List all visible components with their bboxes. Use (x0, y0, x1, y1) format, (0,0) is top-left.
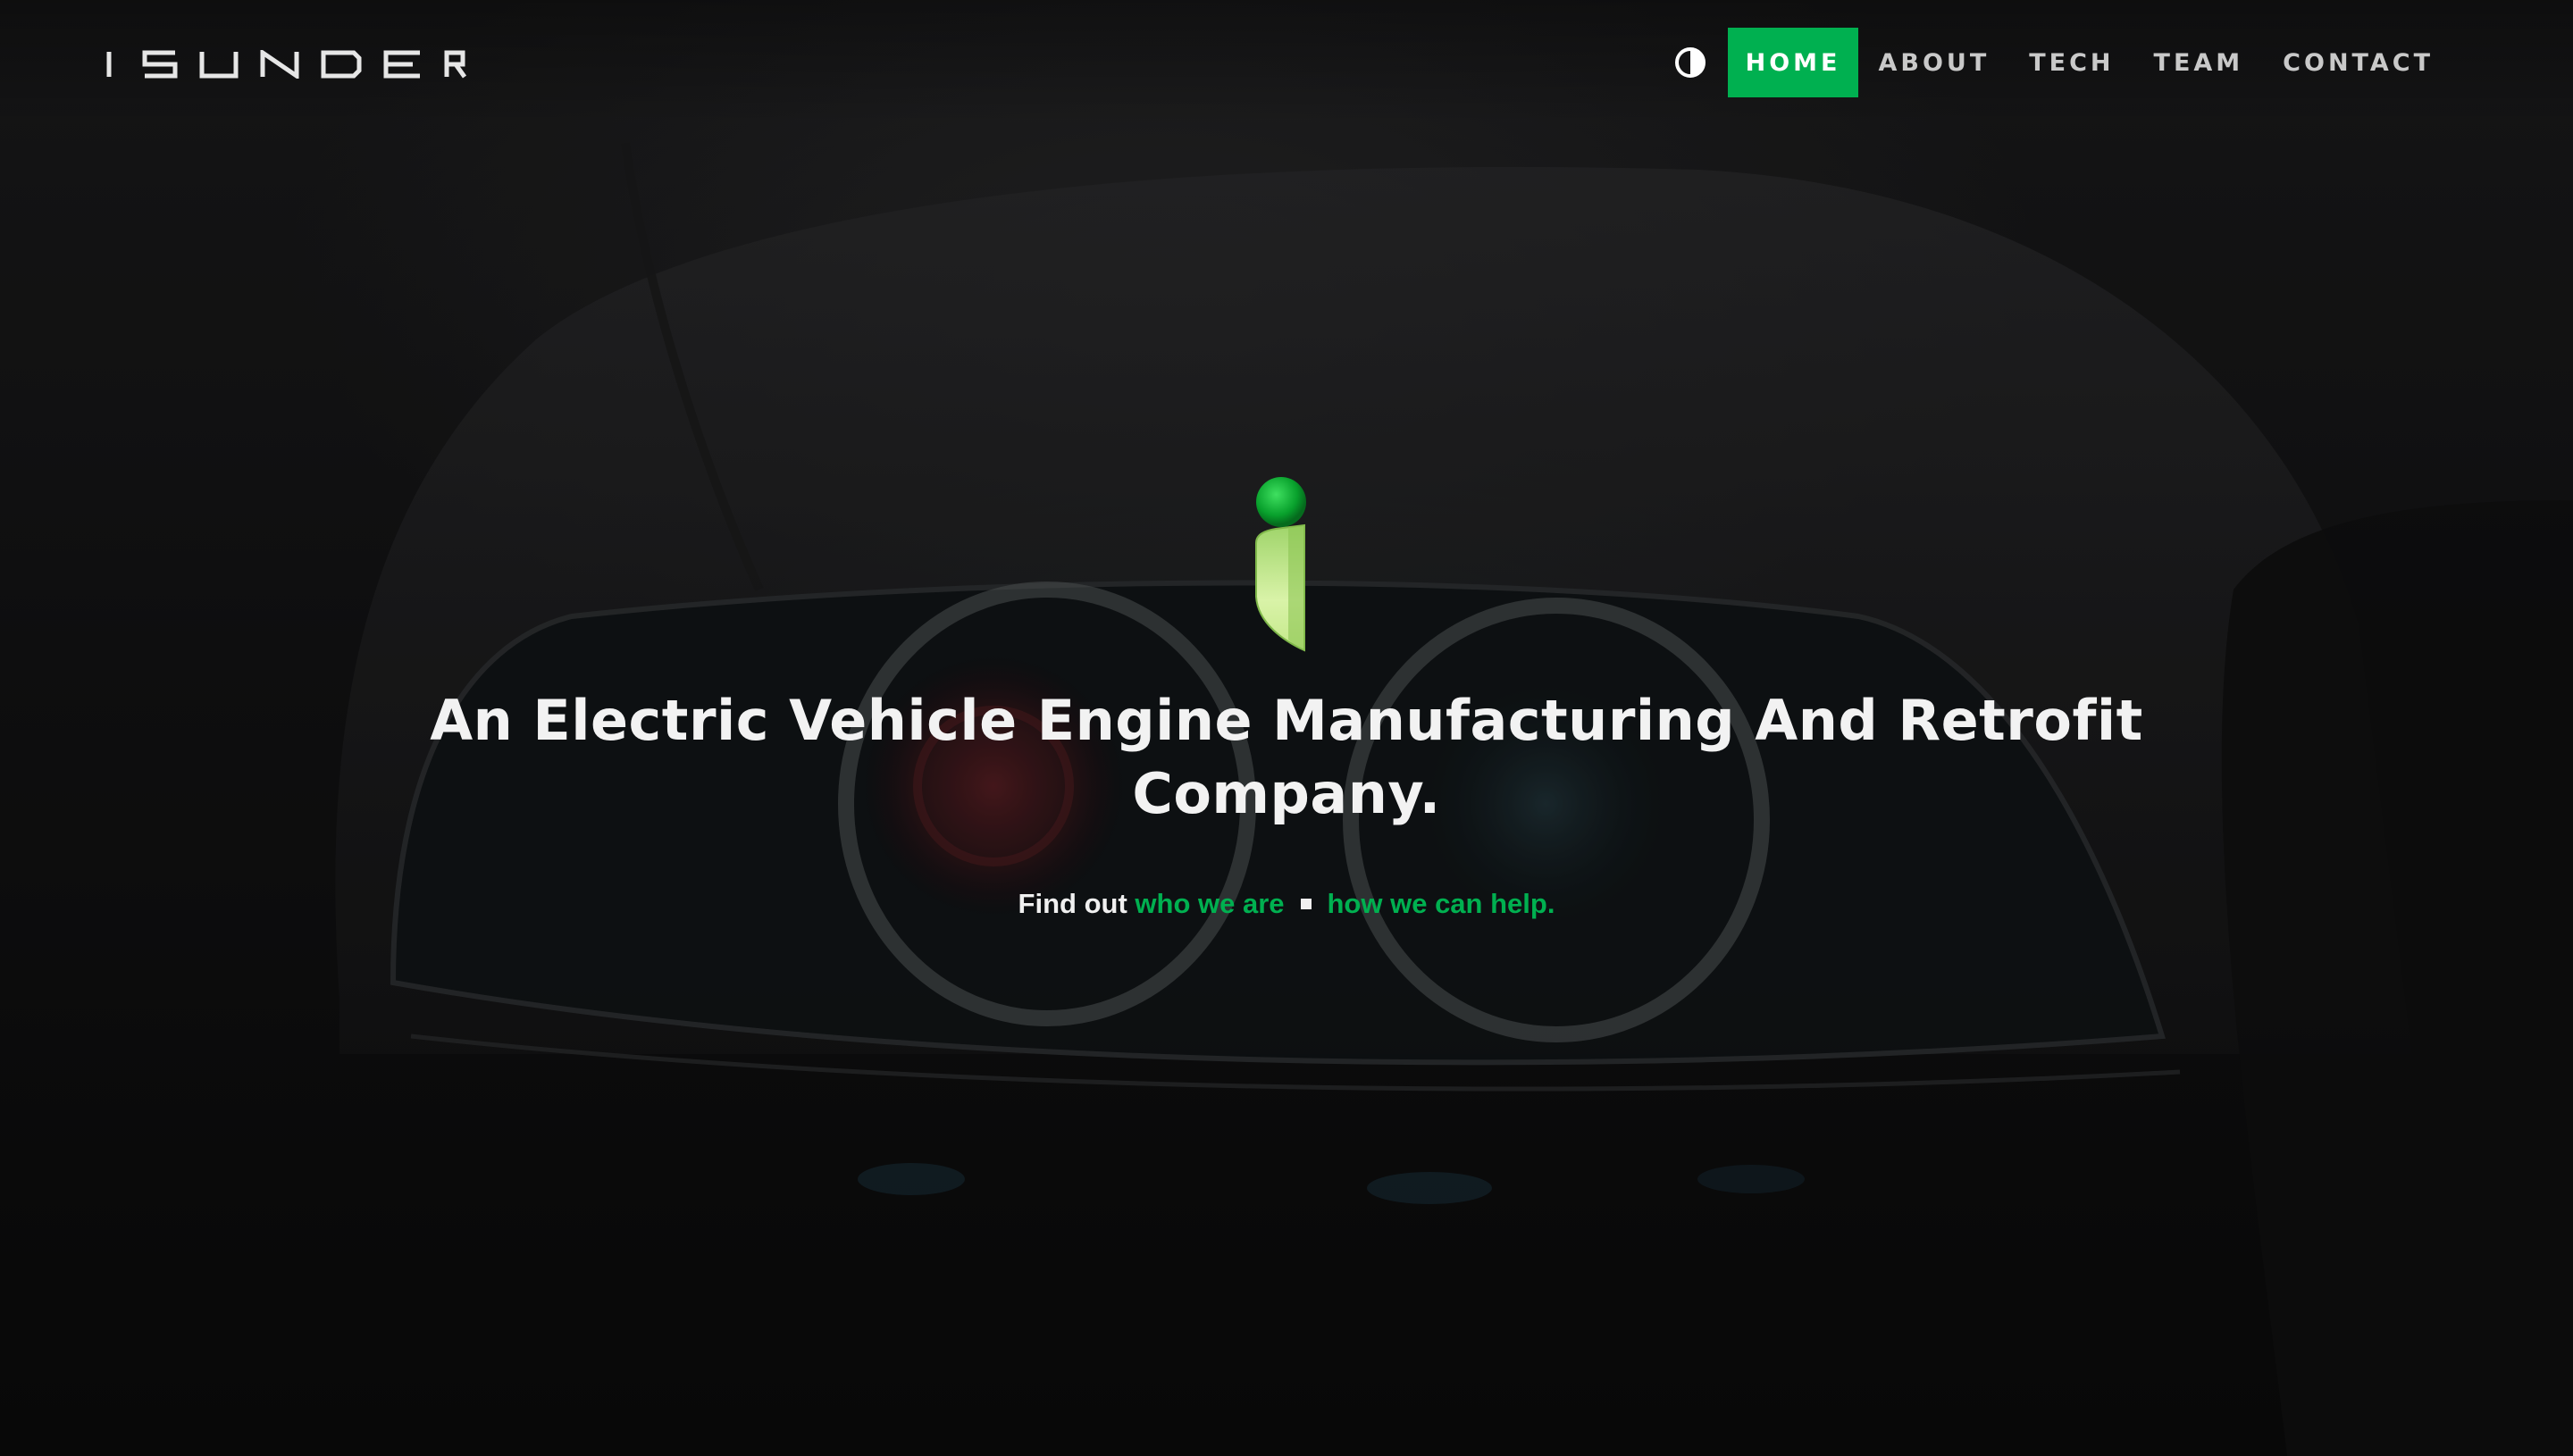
nav-contact[interactable]: CONTACT (2263, 28, 2453, 97)
nav-home[interactable]: HOME (1727, 28, 1859, 97)
hero-section: HOME ABOUT TECH TEAM CONTACT An Electric… (0, 0, 2573, 1456)
main-nav: HOME ABOUT TECH TEAM CONTACT (1674, 28, 2453, 97)
contrast-icon[interactable] (1674, 46, 1706, 79)
hero-subline: Find out who we are how we can help. (0, 888, 2573, 920)
how-we-can-help-link[interactable]: how we can help. (1328, 888, 1555, 919)
isunder-wordmark-icon (106, 50, 466, 79)
isunder-i-emblem-icon (1249, 472, 1313, 654)
nav-team[interactable]: TEAM (2134, 28, 2264, 97)
separator-square (1300, 898, 1312, 909)
isunder-logo[interactable] (105, 50, 466, 79)
nav-tech[interactable]: TECH (2009, 28, 2133, 97)
nav-about[interactable]: ABOUT (1858, 28, 2009, 97)
subline-prefix: Find out (1018, 888, 1136, 919)
hero-headline: An Electric Vehicle Engine Manufacturing… (430, 688, 2143, 826)
who-we-are-link[interactable]: who we are (1135, 888, 1284, 919)
